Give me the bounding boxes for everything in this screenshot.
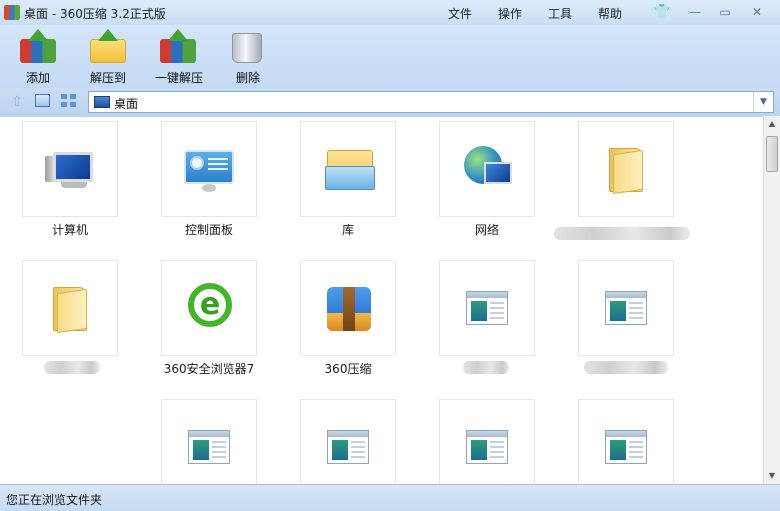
menu-operations[interactable]: 操作 xyxy=(498,5,522,22)
status-text: 您正在浏览文件夹 xyxy=(6,493,103,507)
item-tile xyxy=(300,260,396,356)
scroll-down-icon[interactable]: ▼ xyxy=(764,468,780,484)
app-logo-icon xyxy=(4,5,20,20)
delete-button[interactable]: 删除 xyxy=(216,27,280,85)
item-tile xyxy=(161,399,257,484)
one-click-extract-label: 一键解压 xyxy=(154,71,203,85)
add-button[interactable]: 添加 xyxy=(6,27,70,85)
folder-flap-shape xyxy=(57,288,87,334)
item-label: 360压缩 xyxy=(324,362,372,376)
control-panel-lines-shape xyxy=(208,158,228,172)
app-pane-shape xyxy=(471,301,487,321)
zip-band-shape xyxy=(343,287,355,331)
chevron-down-icon[interactable]: ▼ xyxy=(753,92,773,112)
scroll-thumb[interactable] xyxy=(766,136,778,172)
address-path: 桌面 xyxy=(114,97,139,111)
app-pane-shape xyxy=(610,440,626,460)
network-monitor-shape xyxy=(484,162,512,184)
item-tile xyxy=(161,121,257,217)
app-titlebar-shape xyxy=(606,292,646,298)
one-click-arrow-icon xyxy=(168,29,188,41)
large-icon-view-icon[interactable] xyxy=(35,94,50,107)
app-lines-shape xyxy=(212,441,226,459)
delete-label: 删除 xyxy=(235,71,260,85)
redacted-label xyxy=(44,361,100,374)
add-arrow-icon xyxy=(28,29,48,41)
extract-to-label: 解压到 xyxy=(89,71,126,85)
item-tile xyxy=(300,121,396,217)
redacted-label xyxy=(584,361,668,374)
app-pane-shape xyxy=(471,440,487,460)
item-tile xyxy=(578,260,674,356)
redacted-label xyxy=(463,361,509,374)
add-label: 添加 xyxy=(25,71,50,85)
item-label: 库 xyxy=(341,223,354,237)
redacted-label xyxy=(554,227,690,240)
app-titlebar-shape xyxy=(467,431,507,437)
control-panel-dial-shape xyxy=(190,156,204,170)
app-lines-shape xyxy=(351,441,365,459)
one-click-extract-button[interactable]: 一键解压 xyxy=(146,27,212,85)
delete-trash-icon xyxy=(232,33,262,63)
library-tray-shape xyxy=(325,166,375,190)
control-panel-base-shape xyxy=(202,184,216,192)
app-titlebar-shape xyxy=(606,431,646,437)
desktop-icon xyxy=(94,96,110,108)
item-tile xyxy=(578,399,674,484)
app-lines-shape xyxy=(629,302,643,320)
computer-stand-shape xyxy=(61,182,87,188)
item-tile xyxy=(439,121,535,217)
app-titlebar-shape xyxy=(189,431,229,437)
app-titlebar-shape xyxy=(467,292,507,298)
app-pane-shape xyxy=(610,301,626,321)
window-title: 桌面 - 360压缩 3.2正式版 xyxy=(24,7,166,21)
app-pane-shape xyxy=(332,440,348,460)
vertical-scrollbar[interactable]: ▲ ▼ xyxy=(763,116,780,484)
extract-to-button[interactable]: 解压到 xyxy=(76,27,140,85)
item-tile xyxy=(578,121,674,217)
computer-icon xyxy=(53,152,93,182)
extract-arrow-icon xyxy=(98,29,118,41)
up-arrow-icon[interactable]: ⇧ xyxy=(11,94,23,110)
title-bar: 桌面 - 360压缩 3.2正式版 文件 操作 工具 帮助 👕 — ▭ ✕ xyxy=(0,0,780,25)
app-pane-shape xyxy=(193,440,209,460)
close-button[interactable]: ✕ xyxy=(748,4,766,20)
status-bar: 您正在浏览文件夹 xyxy=(0,484,780,511)
item-tile xyxy=(22,121,118,217)
minimize-button[interactable]: — xyxy=(686,4,704,20)
menu-file[interactable]: 文件 xyxy=(448,5,472,22)
item-label: 360安全浏览器7 xyxy=(163,362,255,376)
app-lines-shape xyxy=(490,441,504,459)
menu-help[interactable]: 帮助 xyxy=(598,5,622,22)
item-tile xyxy=(300,399,396,484)
app-titlebar-shape xyxy=(328,431,368,437)
menu-tools[interactable]: 工具 xyxy=(548,5,572,22)
file-grid: 计算机 控制面板 库 网络 e 360安全浏览器7 360压缩 xyxy=(0,116,763,484)
extract-to-icon xyxy=(90,39,126,63)
item-label: 计算机 xyxy=(51,223,88,237)
restore-button[interactable]: ▭ xyxy=(716,4,734,20)
item-label: 控制面板 xyxy=(184,223,233,237)
navigation-bar: ⇧ 桌面 ▼ xyxy=(0,88,780,116)
grid-view-icon[interactable] xyxy=(61,94,76,107)
add-archive-icon xyxy=(20,39,56,63)
browser-e-glyph: e xyxy=(199,287,221,322)
item-tile xyxy=(439,399,535,484)
item-tile xyxy=(439,260,535,356)
skin-shirt-icon[interactable]: 👕 xyxy=(653,3,671,21)
app-lines-shape xyxy=(629,441,643,459)
toolbar: 添加 解压到 一键解压 删除 xyxy=(0,25,780,88)
one-click-extract-icon xyxy=(160,39,196,63)
item-label: 网络 xyxy=(474,223,499,237)
scroll-up-icon[interactable]: ▲ xyxy=(764,116,780,132)
app-lines-shape xyxy=(490,302,504,320)
item-tile: e xyxy=(161,260,257,356)
item-tile xyxy=(22,260,118,356)
folder-flap-shape xyxy=(613,149,643,195)
address-bar[interactable]: 桌面 ▼ xyxy=(88,91,774,113)
